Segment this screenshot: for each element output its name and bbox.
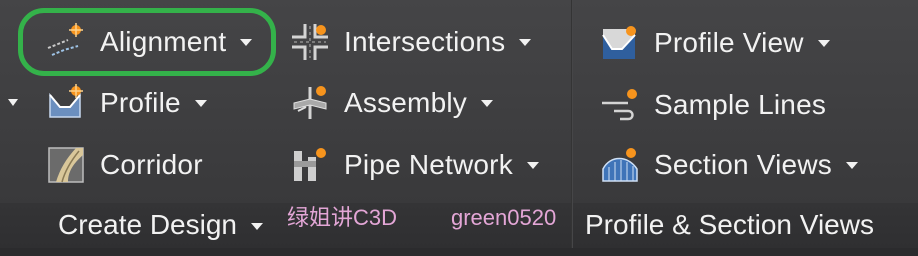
profile-dropdown-caret[interactable] xyxy=(194,99,207,107)
corridor-icon xyxy=(46,145,86,185)
pipe-network-icon xyxy=(290,145,330,185)
profile-tool-button[interactable]: Profile xyxy=(46,80,207,126)
create-design-title-text: Create Design xyxy=(58,209,237,240)
intersections-icon xyxy=(290,22,330,62)
section-views-tool-button[interactable]: Section Views xyxy=(600,142,858,188)
sample-lines-label: Sample Lines xyxy=(654,89,827,120)
profile-view-dropdown-caret[interactable] xyxy=(817,39,830,47)
assembly-dropdown-caret[interactable] xyxy=(480,99,493,107)
assembly-label: Assembly xyxy=(344,87,467,118)
section-views-dropdown-caret[interactable] xyxy=(845,161,858,169)
sample-lines-icon xyxy=(600,85,640,125)
alignment-highlight-ring xyxy=(18,8,276,76)
profile-view-label: Profile View xyxy=(654,27,804,58)
create-design-expand-caret[interactable] xyxy=(250,223,263,231)
corridor-label: Corridor xyxy=(100,149,203,180)
panel-divider xyxy=(571,0,573,248)
profile-view-tool-button[interactable]: Profile View xyxy=(600,20,830,66)
pipe-network-dropdown-caret[interactable] xyxy=(526,161,539,169)
profile-section-views-panel-title: Profile & Section Views xyxy=(585,209,874,240)
pipe-network-tool-button[interactable]: Pipe Network xyxy=(290,142,539,188)
watermark-text: 绿姐讲C3D xyxy=(287,205,398,230)
section-views-icon xyxy=(600,145,640,185)
intersections-dropdown-caret[interactable] xyxy=(519,38,532,46)
section-views-label: Section Views xyxy=(654,149,832,180)
assembly-icon xyxy=(290,83,330,123)
intersections-label: Intersections xyxy=(344,26,506,57)
corridor-tool-button[interactable]: Corridor xyxy=(46,142,203,188)
profile-view-icon xyxy=(600,23,640,63)
profile-icon xyxy=(46,83,86,123)
sample-lines-tool-button[interactable]: Sample Lines xyxy=(600,82,826,128)
ribbon-bottom-edge xyxy=(0,248,918,256)
watermark-text: green0520 xyxy=(451,205,557,230)
assembly-tool-button[interactable]: Assembly xyxy=(290,80,493,126)
profile-label: Profile xyxy=(100,87,181,118)
overflow-dropdown-caret[interactable] xyxy=(8,99,18,106)
pipe-network-label: Pipe Network xyxy=(344,149,513,180)
create-design-panel-title[interactable]: Create Design xyxy=(58,211,263,239)
intersections-tool-button[interactable]: Intersections xyxy=(290,19,532,65)
